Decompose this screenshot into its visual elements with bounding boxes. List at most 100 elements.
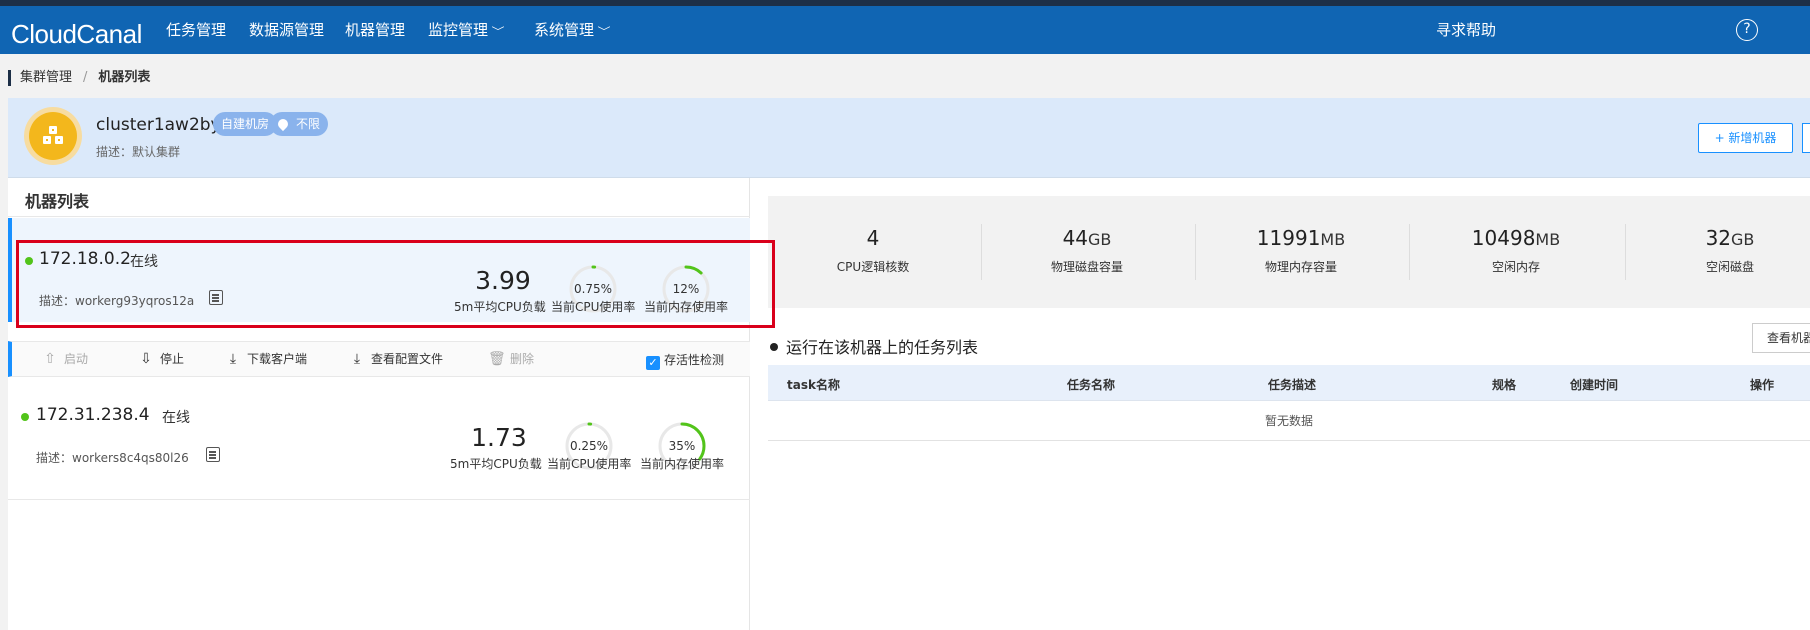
cpu-load-label: 5m平均CPU负载 (454, 300, 546, 314)
nav-label: 监控管理 (428, 21, 489, 39)
task-list-title: 运行在该机器上的任务列表 (770, 334, 978, 358)
stat-memory-capacity: 11991MB 物理内存容量 (1196, 226, 1406, 275)
more-button[interactable] (1802, 123, 1810, 153)
checkbox-checked-icon: ✓ (646, 356, 660, 370)
document-icon[interactable] (209, 290, 223, 305)
top-nav: CloudCanal 任务管理 数据源管理 机器管理 监控管理 ﹀ 系统管理 ﹀ 寻… (0, 0, 1810, 54)
cpu-load-value: 3.99 (475, 266, 531, 295)
logo[interactable]: CloudCanal (11, 19, 142, 50)
region-tag: 不限 (270, 112, 329, 136)
stat-cpu-cores: 4 CPU逻辑核数 (768, 226, 978, 275)
chevron-down-icon: ﹀ (597, 27, 611, 38)
view-config-button[interactable]: ⤓ 查看配置文件 (349, 350, 443, 367)
nav-label: 系统管理 (534, 21, 595, 39)
nav-label: 机器管理 (345, 21, 406, 39)
delete-label: 删除 (510, 352, 535, 366)
stat-label: CPU逻辑核数 (836, 260, 910, 274)
empty-table-message: 暂无数据 (768, 401, 1810, 441)
document-icon[interactable] (206, 447, 220, 462)
download-label: 下载客户端 (247, 352, 308, 366)
stat-free-memory: 10498MB 空闲内存 (1411, 226, 1621, 275)
machine-item[interactable]: 172.31.238.4 在线 描述：workers8c4qs80l26 1.7… (8, 377, 750, 481)
machine-stats: 4 CPU逻辑核数 44GB 物理磁盘容量 11991MB 物理内存容量 104… (768, 196, 1810, 308)
stat-free-disk: 32GB 空闲磁盘 (1625, 226, 1810, 275)
machine-status: 在线 (162, 410, 190, 426)
cpu-load-value: 1.73 (471, 423, 527, 452)
machine-item[interactable]: 172.18.0.2 在线 描述：workerg93yqros12a 3.99 … (8, 218, 750, 322)
online-status-icon (21, 413, 29, 421)
stat-unit: MB (1320, 230, 1346, 249)
download-icon: ⤓ (229, 351, 237, 367)
cpu-load-label: 5m平均CPU负载 (450, 457, 542, 471)
download-icon: ⤓ (353, 351, 361, 367)
start-label: 启动 (64, 352, 89, 366)
cluster-description: 描述：默认集群 (96, 145, 181, 159)
stop-button[interactable]: ⇩ 停止 (138, 350, 184, 367)
stat-value: 4 (866, 226, 880, 250)
cpu-usage-label: 当前CPU使用率 (547, 457, 632, 471)
region-tag-label: 不限 (296, 117, 321, 131)
stat-value: 32 (1705, 226, 1732, 250)
liveness-label: 存活性检测 (664, 353, 725, 367)
nav-label: 数据源管理 (249, 21, 325, 39)
task-table-header: task名称 任务名称 任务描述 规格 创建时间 操作 (768, 365, 1810, 401)
divider (8, 216, 750, 217)
help-link[interactable]: 寻求帮助 (1436, 6, 1496, 54)
machine-description: 描述：workers8c4qs80l26 (36, 451, 189, 465)
stop-label: 停止 (160, 352, 185, 366)
stat-unit: GB (1731, 230, 1755, 249)
breadcrumb-cluster[interactable]: 集群管理 (20, 70, 72, 85)
help-icon[interactable]: ? (1736, 19, 1758, 41)
stat-value: 11991 (1256, 226, 1321, 250)
breadcrumb: 集群管理 / 机器列表 (8, 70, 150, 86)
machine-description: 描述：workerg93yqros12a (39, 294, 195, 308)
add-machine-button[interactable]: + 新增机器 (1698, 123, 1793, 153)
nav-label: 任务管理 (166, 21, 227, 39)
stat-value: 44 (1062, 226, 1089, 250)
stat-value: 10498 (1471, 226, 1536, 250)
divider (1409, 224, 1410, 280)
column-header: task名称 (787, 378, 840, 392)
column-header: 操作 (1750, 378, 1775, 392)
machine-list-panel: 机器列表 172.18.0.2 在线 描述：workerg93yqros12a … (8, 178, 750, 630)
machine-list-title: 机器列表 (25, 192, 90, 211)
nav-item-tasks[interactable]: 任务管理 (166, 6, 226, 54)
stat-label: 空闲内存 (1491, 260, 1540, 274)
start-button[interactable]: ⇧ 启动 (42, 350, 88, 367)
stat-label: 物理磁盘容量 (1050, 260, 1123, 274)
nav-item-machines[interactable]: 机器管理 (345, 6, 405, 54)
arrow-up-icon: ⇧ (44, 351, 56, 367)
cpu-usage-label: 当前CPU使用率 (551, 300, 636, 314)
online-status-icon (25, 257, 33, 265)
stat-label: 物理内存容量 (1264, 260, 1337, 274)
chevron-down-icon: ﹀ (491, 27, 505, 38)
column-header: 任务名称 (1067, 378, 1116, 392)
room-tag: 自建机房 (213, 112, 278, 136)
memory-usage-label: 当前内存使用率 (644, 300, 729, 314)
machine-status: 在线 (130, 254, 158, 270)
view-machine-button[interactable]: 查看机器 (1752, 323, 1810, 353)
nav-item-system[interactable]: 系统管理 ﹀ (534, 6, 611, 54)
machine-detail-panel: 4 CPU逻辑核数 44GB 物理磁盘容量 11991MB 物理内存容量 104… (750, 178, 1810, 630)
nav-item-datasource[interactable]: 数据源管理 (249, 6, 324, 54)
view-config-label: 查看配置文件 (371, 352, 444, 366)
stat-unit: GB (1088, 230, 1112, 249)
stat-disk-capacity: 44GB 物理磁盘容量 (982, 226, 1192, 275)
stat-label: 空闲磁盘 (1705, 260, 1754, 274)
column-header: 创建时间 (1570, 378, 1619, 392)
machine-ip: 172.18.0.2 (39, 249, 131, 269)
machine-actions-bar: ⇧ 启动 ⇩ 停止 ⤓ 下载客户端 ⤓ 查看配置文件 🗑 删除 ✓ 存活性检测 (8, 341, 750, 377)
breadcrumb-separator: / (83, 70, 88, 85)
cluster-header: cluster1aw2byj490 自建机房 不限 描述：默认集群 + 新增机器 (8, 98, 1810, 178)
machine-ip: 172.31.238.4 (36, 405, 150, 425)
column-header: 规格 (1492, 378, 1517, 392)
delete-button[interactable]: 🗑 删除 (488, 350, 534, 367)
nav-item-monitor[interactable]: 监控管理 ﹀ (428, 6, 505, 54)
breadcrumb-current: 机器列表 (98, 70, 151, 85)
location-pin-icon (275, 116, 291, 132)
stat-unit: MB (1535, 230, 1561, 249)
liveness-check-checkbox[interactable]: ✓ 存活性检测 (646, 351, 724, 370)
arrow-down-icon: ⇩ (140, 351, 152, 367)
download-client-button[interactable]: ⤓ 下载客户端 (225, 350, 307, 367)
column-header: 任务描述 (1268, 378, 1317, 392)
